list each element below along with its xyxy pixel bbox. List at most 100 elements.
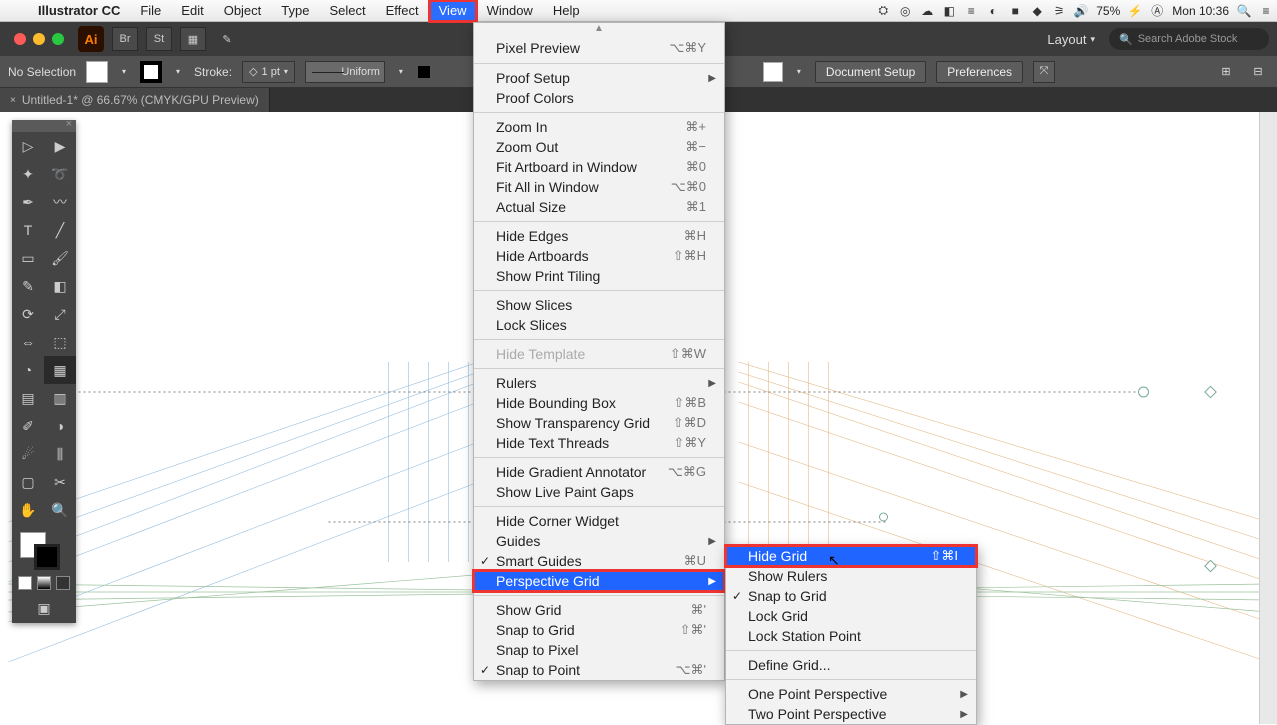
- sys-icon[interactable]: ≡: [960, 4, 982, 18]
- menu-snap-to-pixel[interactable]: Snap to Pixel: [474, 640, 724, 660]
- spotlight-icon[interactable]: 🔍: [1233, 4, 1255, 18]
- direct-selection-tool[interactable]: ▶: [44, 132, 76, 160]
- menu-select[interactable]: Select: [319, 0, 375, 22]
- menu-type[interactable]: Type: [271, 0, 319, 22]
- stroke-weight[interactable]: ◇1 pt▾: [242, 61, 295, 83]
- scroll-up-arrow[interactable]: ▲: [474, 23, 724, 37]
- brush-profile[interactable]: Uniform: [305, 61, 385, 83]
- menu-proof-colors[interactable]: Proof Colors: [474, 88, 724, 108]
- menu-guides[interactable]: Guides▶: [474, 531, 724, 551]
- menu-hide-corner-widget[interactable]: Hide Corner Widget: [474, 511, 724, 531]
- minimize-window[interactable]: [33, 33, 45, 45]
- menu-object[interactable]: Object: [214, 0, 272, 22]
- volume-icon[interactable]: 🔊: [1070, 4, 1092, 18]
- opacity-swatch[interactable]: [417, 65, 431, 79]
- menu-lock-slices[interactable]: Lock Slices: [474, 315, 724, 335]
- type-tool[interactable]: T: [12, 216, 44, 244]
- fill-dd[interactable]: ▾: [118, 67, 130, 76]
- submenu-show-rulers[interactable]: Show Rulers: [726, 566, 976, 586]
- blend-tool[interactable]: ◑: [44, 412, 76, 440]
- battery-icon[interactable]: ⚡: [1124, 4, 1146, 18]
- menu-edit[interactable]: Edit: [171, 0, 213, 22]
- selection-tool[interactable]: ▷: [12, 132, 44, 160]
- zoom-tool[interactable]: 🔍: [44, 496, 76, 524]
- menu-fit-all[interactable]: Fit All in Window⌥⌘0: [474, 177, 724, 197]
- menu-pixel-preview[interactable]: Pixel Preview⌥⌘Y: [474, 37, 724, 59]
- menu-show-live-paint-gaps[interactable]: Show Live Paint Gaps: [474, 482, 724, 502]
- slice-tool[interactable]: ✂: [44, 468, 76, 496]
- stroke-swatch[interactable]: [140, 61, 162, 83]
- column-graph-tool[interactable]: ⫼: [44, 440, 76, 468]
- menu-snap-to-point[interactable]: ✓Snap to Point⌥⌘': [474, 660, 724, 680]
- submenu-one-point-perspective[interactable]: One Point Perspective▶: [726, 684, 976, 704]
- zoom-window[interactable]: [52, 33, 64, 45]
- menu-hide-bounding-box[interactable]: Hide Bounding Box⇧⌘B: [474, 393, 724, 413]
- hand-tool[interactable]: ✋: [12, 496, 44, 524]
- menu-smart-guides[interactable]: ✓Smart Guides⌘U: [474, 551, 724, 571]
- curvature-tool[interactable]: 〰: [44, 188, 76, 216]
- submenu-define-grid[interactable]: Define Grid...: [726, 655, 976, 675]
- vertical-scrollbar[interactable]: [1259, 112, 1277, 724]
- magic-wand-tool[interactable]: ✦: [12, 160, 44, 188]
- menu-show-transparency-grid[interactable]: Show Transparency Grid⇧⌘D: [474, 413, 724, 433]
- menu-actual-size[interactable]: Actual Size⌘1: [474, 197, 724, 217]
- document-tab[interactable]: × Untitled-1* @ 66.67% (CMYK/GPU Preview…: [0, 88, 270, 112]
- mesh-tool[interactable]: ▤: [12, 384, 44, 412]
- rotate-tool[interactable]: ⟳: [12, 300, 44, 328]
- toolbox-header[interactable]: [12, 120, 76, 132]
- a-icon[interactable]: Ⓐ: [1146, 2, 1168, 19]
- paintbrush-tool[interactable]: 🖌: [44, 244, 76, 272]
- arrange-button[interactable]: ▦: [180, 27, 206, 51]
- menu-zoom-in[interactable]: Zoom In⌘+: [474, 117, 724, 137]
- align-button[interactable]: ⤧: [1033, 61, 1055, 83]
- sys-icon[interactable]: ⛭: [872, 3, 894, 18]
- color-mode-none[interactable]: [56, 576, 70, 590]
- line-tool[interactable]: ╱: [44, 216, 76, 244]
- rectangle-tool[interactable]: ▭: [12, 244, 44, 272]
- eraser-tool[interactable]: ◧: [44, 272, 76, 300]
- app-name[interactable]: Illustrator CC: [28, 3, 130, 18]
- menu-show-print-tiling[interactable]: Show Print Tiling: [474, 266, 724, 286]
- brush-icon[interactable]: ✎: [214, 27, 240, 51]
- menu-file[interactable]: File: [130, 0, 171, 22]
- submenu-lock-station-point[interactable]: Lock Station Point: [726, 626, 976, 646]
- sys-icon[interactable]: ◧: [938, 4, 960, 18]
- symbol-sprayer-tool[interactable]: ☄: [12, 440, 44, 468]
- sys-icon[interactable]: ◎: [894, 4, 916, 18]
- color-mode-gradient[interactable]: [37, 576, 51, 590]
- menu-help[interactable]: Help: [543, 0, 590, 22]
- menu-window[interactable]: Window: [477, 0, 543, 22]
- stroke-box[interactable]: [34, 544, 60, 570]
- menu-show-slices[interactable]: Show Slices: [474, 295, 724, 315]
- menu-show-grid[interactable]: Show Grid⌘': [474, 600, 724, 620]
- close-tab-icon[interactable]: ×: [10, 95, 16, 106]
- menu-effect[interactable]: Effect: [376, 0, 429, 22]
- sys-icon[interactable]: ☁: [916, 4, 938, 18]
- fill-stroke-control[interactable]: [12, 528, 76, 572]
- sys-icon[interactable]: ■: [1004, 4, 1026, 18]
- menu-hide-text-threads[interactable]: Hide Text Threads⇧⌘Y: [474, 433, 724, 453]
- menu-snap-to-grid[interactable]: Snap to Grid⇧⌘': [474, 620, 724, 640]
- stroke-dd[interactable]: ▾: [172, 67, 184, 76]
- sys-icon[interactable]: ◐: [982, 4, 1004, 18]
- panel-toggle-1[interactable]: ⊞: [1215, 61, 1237, 83]
- menu-fit-artboard[interactable]: Fit Artboard in Window⌘0: [474, 157, 724, 177]
- bridge-button[interactable]: Br: [112, 27, 138, 51]
- menu-hide-artboards[interactable]: Hide Artboards⇧⌘H: [474, 246, 724, 266]
- shape-builder-tool[interactable]: ◔: [12, 356, 44, 384]
- color-mode-normal[interactable]: [18, 576, 32, 590]
- screen-mode[interactable]: ▣: [12, 594, 76, 623]
- submenu-lock-grid[interactable]: Lock Grid: [726, 606, 976, 626]
- lasso-tool[interactable]: ➰: [44, 160, 76, 188]
- stock-button[interactable]: St: [146, 27, 172, 51]
- pen-tool[interactable]: ✒: [12, 188, 44, 216]
- shaper-tool[interactable]: ✎: [12, 272, 44, 300]
- preferences-button[interactable]: Preferences: [936, 61, 1023, 83]
- submenu-two-point-perspective[interactable]: Two Point Perspective▶: [726, 704, 976, 724]
- scale-tool[interactable]: ⤢: [44, 300, 76, 328]
- artboard-tool[interactable]: ▢: [12, 468, 44, 496]
- width-tool[interactable]: ⇔: [12, 328, 44, 356]
- perspective-grid-tool[interactable]: ▦: [44, 356, 76, 384]
- panel-toggle-2[interactable]: ⊟: [1247, 61, 1269, 83]
- menu-hide-gradient-annotator[interactable]: Hide Gradient Annotator⌥⌘G: [474, 462, 724, 482]
